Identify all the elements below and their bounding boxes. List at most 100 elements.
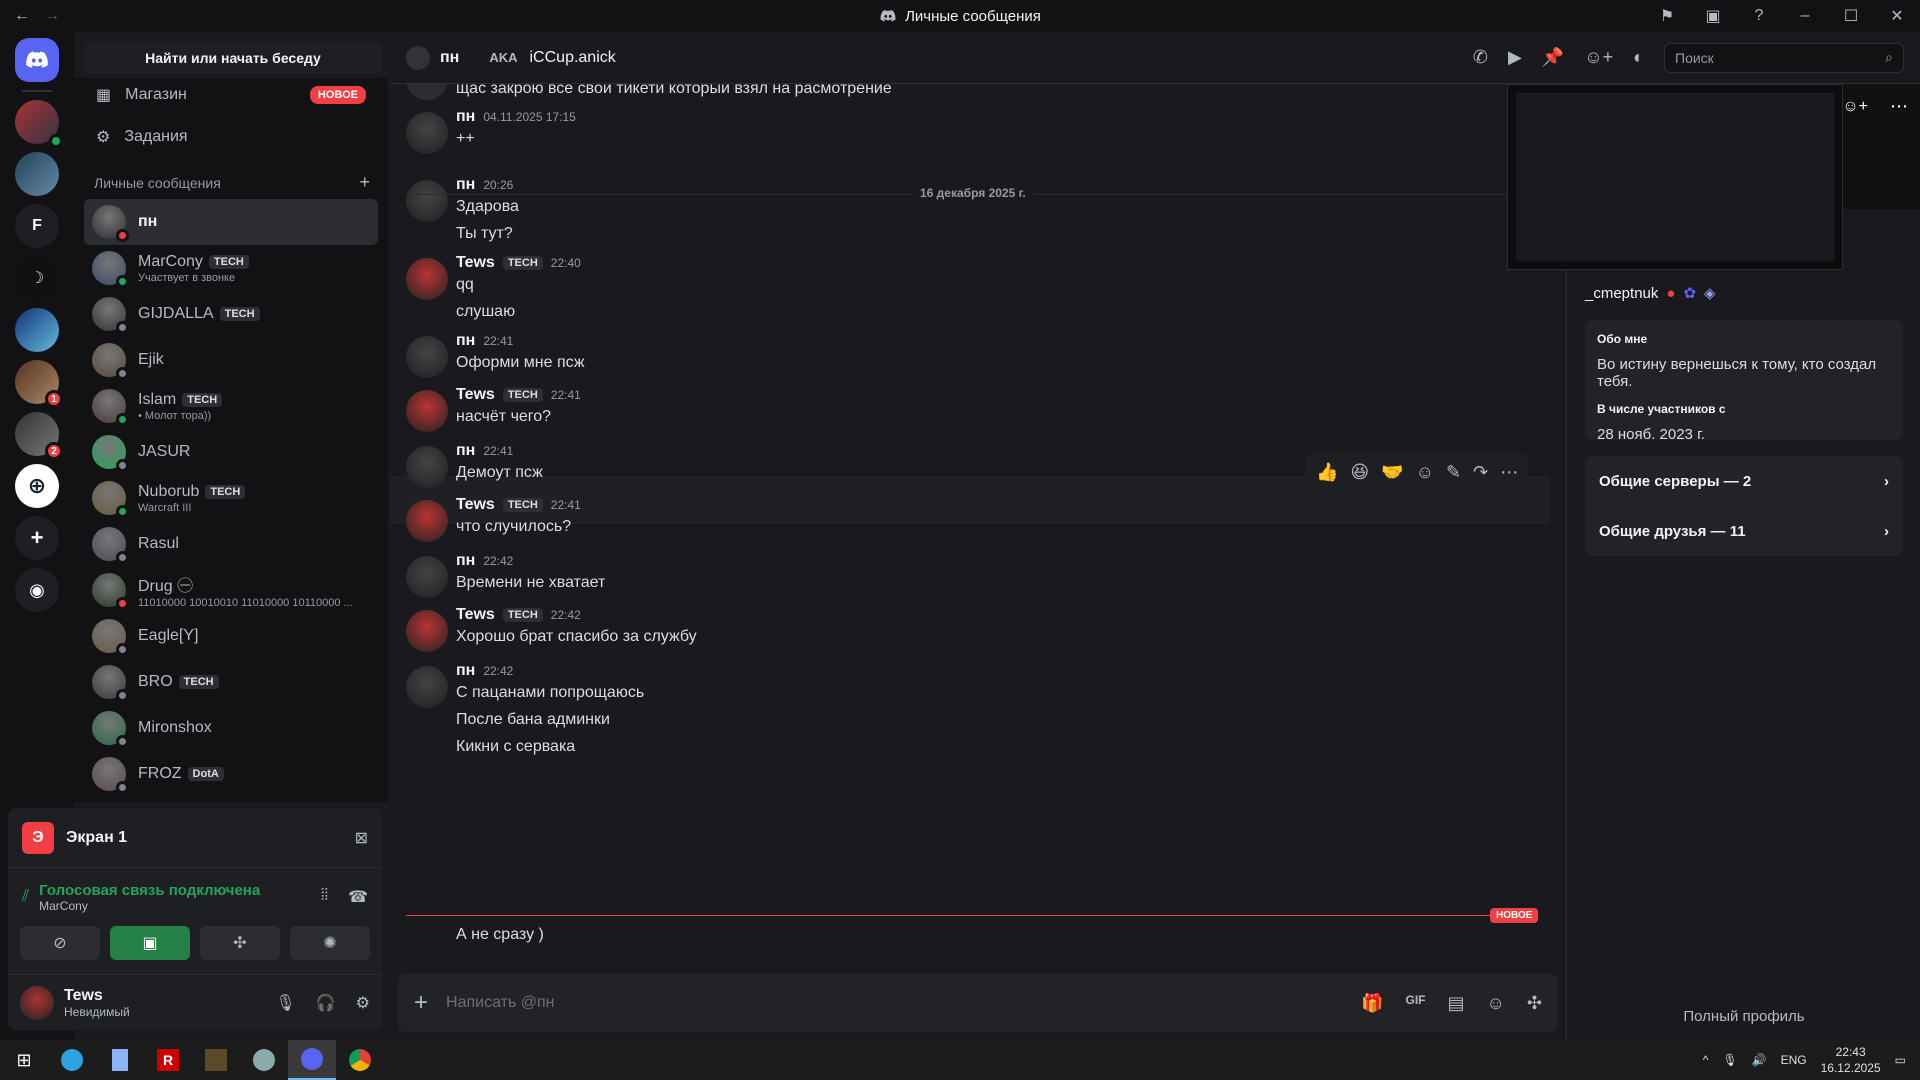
close-button[interactable]: ✕ xyxy=(1874,6,1920,26)
clock[interactable]: 22:43 16.12.2025 xyxy=(1821,1044,1881,1076)
dm-item[interactable]: MarCony TECH Участвует в звонке xyxy=(84,245,378,291)
server-icon[interactable] xyxy=(15,100,63,148)
server-icon[interactable]: ☽ xyxy=(15,256,59,300)
noise-suppression-icon[interactable]: ⦙⦙ xyxy=(321,887,328,907)
nav-shop[interactable]: ▦ Магазин НОВОЕ xyxy=(84,78,378,116)
disconnect-icon[interactable]: ☎ xyxy=(348,887,368,907)
gif-icon[interactable]: GIF xyxy=(1406,993,1426,1014)
dm-item[interactable]: Islam TECH • Молот тора)) xyxy=(84,383,378,429)
message-author[interactable]: пн xyxy=(456,552,475,570)
add-reaction-icon[interactable]: ☺ xyxy=(1416,462,1434,483)
flag-icon[interactable]: ⚑ xyxy=(1644,6,1690,26)
dm-item[interactable]: FROZ DotA xyxy=(84,751,378,797)
dm-item[interactable]: BRO TECH xyxy=(84,659,378,705)
voice-call-icon[interactable]: ✆ xyxy=(1473,47,1488,68)
video-call-icon[interactable]: ▶ xyxy=(1508,47,1522,68)
tray-chevron-icon[interactable]: ^ xyxy=(1703,1053,1709,1067)
notepad-app[interactable] xyxy=(96,1040,144,1080)
dm-item[interactable]: Eagle[Y] xyxy=(84,613,378,659)
server-icon[interactable]: 2 xyxy=(15,412,63,460)
microphone-icon[interactable]: 🎙 xyxy=(275,993,295,1013)
headphones-icon[interactable]: 🎧 xyxy=(316,993,336,1013)
stream-preview[interactable] xyxy=(1507,84,1843,270)
server-icon[interactable] xyxy=(15,308,59,352)
avatar[interactable] xyxy=(406,446,448,488)
gift-icon[interactable]: 🎁 xyxy=(1361,993,1383,1014)
avatar[interactable] xyxy=(406,500,448,542)
attach-plus-icon[interactable]: + xyxy=(414,989,428,1017)
sticker-icon[interactable]: ▤ xyxy=(1448,993,1465,1014)
avatar[interactable] xyxy=(406,180,448,222)
stop-stream-icon[interactable]: ⊠ xyxy=(355,828,368,848)
dm-item[interactable]: пн xyxy=(84,199,378,245)
server-icon[interactable] xyxy=(15,152,59,196)
server-icon[interactable]: 1 xyxy=(15,360,63,408)
avatar[interactable] xyxy=(406,390,448,432)
telegram-app[interactable] xyxy=(48,1040,96,1080)
dm-item[interactable]: Nuborub TECH Warcraft III xyxy=(84,475,378,521)
avatar[interactable] xyxy=(406,666,448,708)
r-app[interactable]: R xyxy=(144,1040,192,1080)
server-icon[interactable]: F xyxy=(15,204,59,248)
apps-icon[interactable]: ✣ xyxy=(1527,993,1542,1014)
start-button[interactable]: ⊞ xyxy=(0,1040,48,1080)
steam-app[interactable] xyxy=(240,1040,288,1080)
avatar[interactable] xyxy=(406,556,448,598)
voice-channel[interactable]: MarCony xyxy=(39,899,260,913)
more-icon[interactable]: ⋯ xyxy=(1500,462,1518,483)
settings-gear-icon[interactable]: ⚙ xyxy=(356,993,370,1013)
soundboard-button[interactable]: ✺ xyxy=(290,926,370,960)
avatar[interactable] xyxy=(406,84,448,100)
message-author[interactable]: Tews xyxy=(456,496,495,514)
dm-item[interactable]: GIJDALLA TECH xyxy=(84,291,378,337)
search-input[interactable]: Поиск ⌕ xyxy=(1664,42,1904,73)
notifications-icon[interactable]: ▭ xyxy=(1895,1053,1906,1067)
screen-share-button[interactable]: ▣ xyxy=(110,926,190,960)
dm-item[interactable]: Ejik xyxy=(84,337,378,383)
chrome-app[interactable] xyxy=(336,1040,384,1080)
mic-tray-icon[interactable]: 🎙 xyxy=(1722,1053,1737,1067)
signal-icon[interactable]: ⫽ xyxy=(22,888,29,906)
avatar[interactable] xyxy=(406,610,448,652)
forward-icon[interactable]: ↷ xyxy=(1473,462,1488,483)
dm-item[interactable]: Mironshox xyxy=(84,705,378,751)
language-indicator[interactable]: ENG xyxy=(1781,1053,1807,1067)
full-profile-link[interactable]: Полный профиль xyxy=(1567,1008,1920,1025)
activities-button[interactable]: ✣ xyxy=(200,926,280,960)
discover-button[interactable]: ◉ xyxy=(15,568,59,612)
message-author[interactable]: пн xyxy=(456,332,475,350)
edit-icon[interactable]: ✎ xyxy=(1446,462,1461,483)
camera-off-button[interactable]: ⊘ xyxy=(20,926,100,960)
handshake-icon[interactable]: 🤝 xyxy=(1381,462,1403,483)
discord-app[interactable] xyxy=(288,1040,336,1080)
message-composer[interactable]: + Написать @пн 🎁 GIF ▤ ☺ ✣ xyxy=(398,974,1558,1032)
avatar[interactable] xyxy=(406,258,448,300)
recipient-name[interactable]: пн xyxy=(440,49,459,67)
avatar[interactable] xyxy=(406,112,448,154)
thumbs-up-icon[interactable]: 👍 xyxy=(1316,462,1338,483)
message-author[interactable]: Tews xyxy=(456,606,495,624)
volume-icon[interactable]: 🔊 xyxy=(1752,1053,1767,1067)
message-author[interactable]: пн xyxy=(456,176,475,194)
add-friends-icon[interactable]: ☺+ xyxy=(1584,47,1613,68)
home-button[interactable] xyxy=(15,38,59,82)
nav-quests[interactable]: ⚙ Задания xyxy=(84,116,378,158)
add-friend-icon[interactable]: ☺+ xyxy=(1842,98,1868,116)
game-app[interactable] xyxy=(192,1040,240,1080)
message-author[interactable]: Tews xyxy=(456,254,495,272)
dm-item[interactable]: Rasul xyxy=(84,521,378,567)
message-author[interactable]: пн xyxy=(456,662,475,680)
maximize-button[interactable]: ☐ xyxy=(1828,6,1874,26)
server-icon[interactable]: ⊕ xyxy=(15,464,59,508)
dm-item[interactable]: Drug ㊀ 11010000 10010010 11010000 1011000… xyxy=(84,567,378,613)
avatar[interactable] xyxy=(20,985,54,1020)
mutual-friends-row[interactable]: Общие друзья — 11 › xyxy=(1585,506,1903,556)
message-author[interactable]: пн xyxy=(456,442,475,460)
mutual-servers-row[interactable]: Общие серверы — 2 › xyxy=(1585,456,1903,506)
avatar[interactable] xyxy=(406,336,448,378)
dm-item[interactable]: JASUR xyxy=(84,429,378,475)
message-author[interactable]: пн xyxy=(456,108,475,126)
pinned-messages-icon[interactable]: 📌 xyxy=(1542,47,1564,68)
create-dm-icon[interactable]: + xyxy=(359,172,370,193)
help-icon[interactable]: ? xyxy=(1736,7,1782,25)
